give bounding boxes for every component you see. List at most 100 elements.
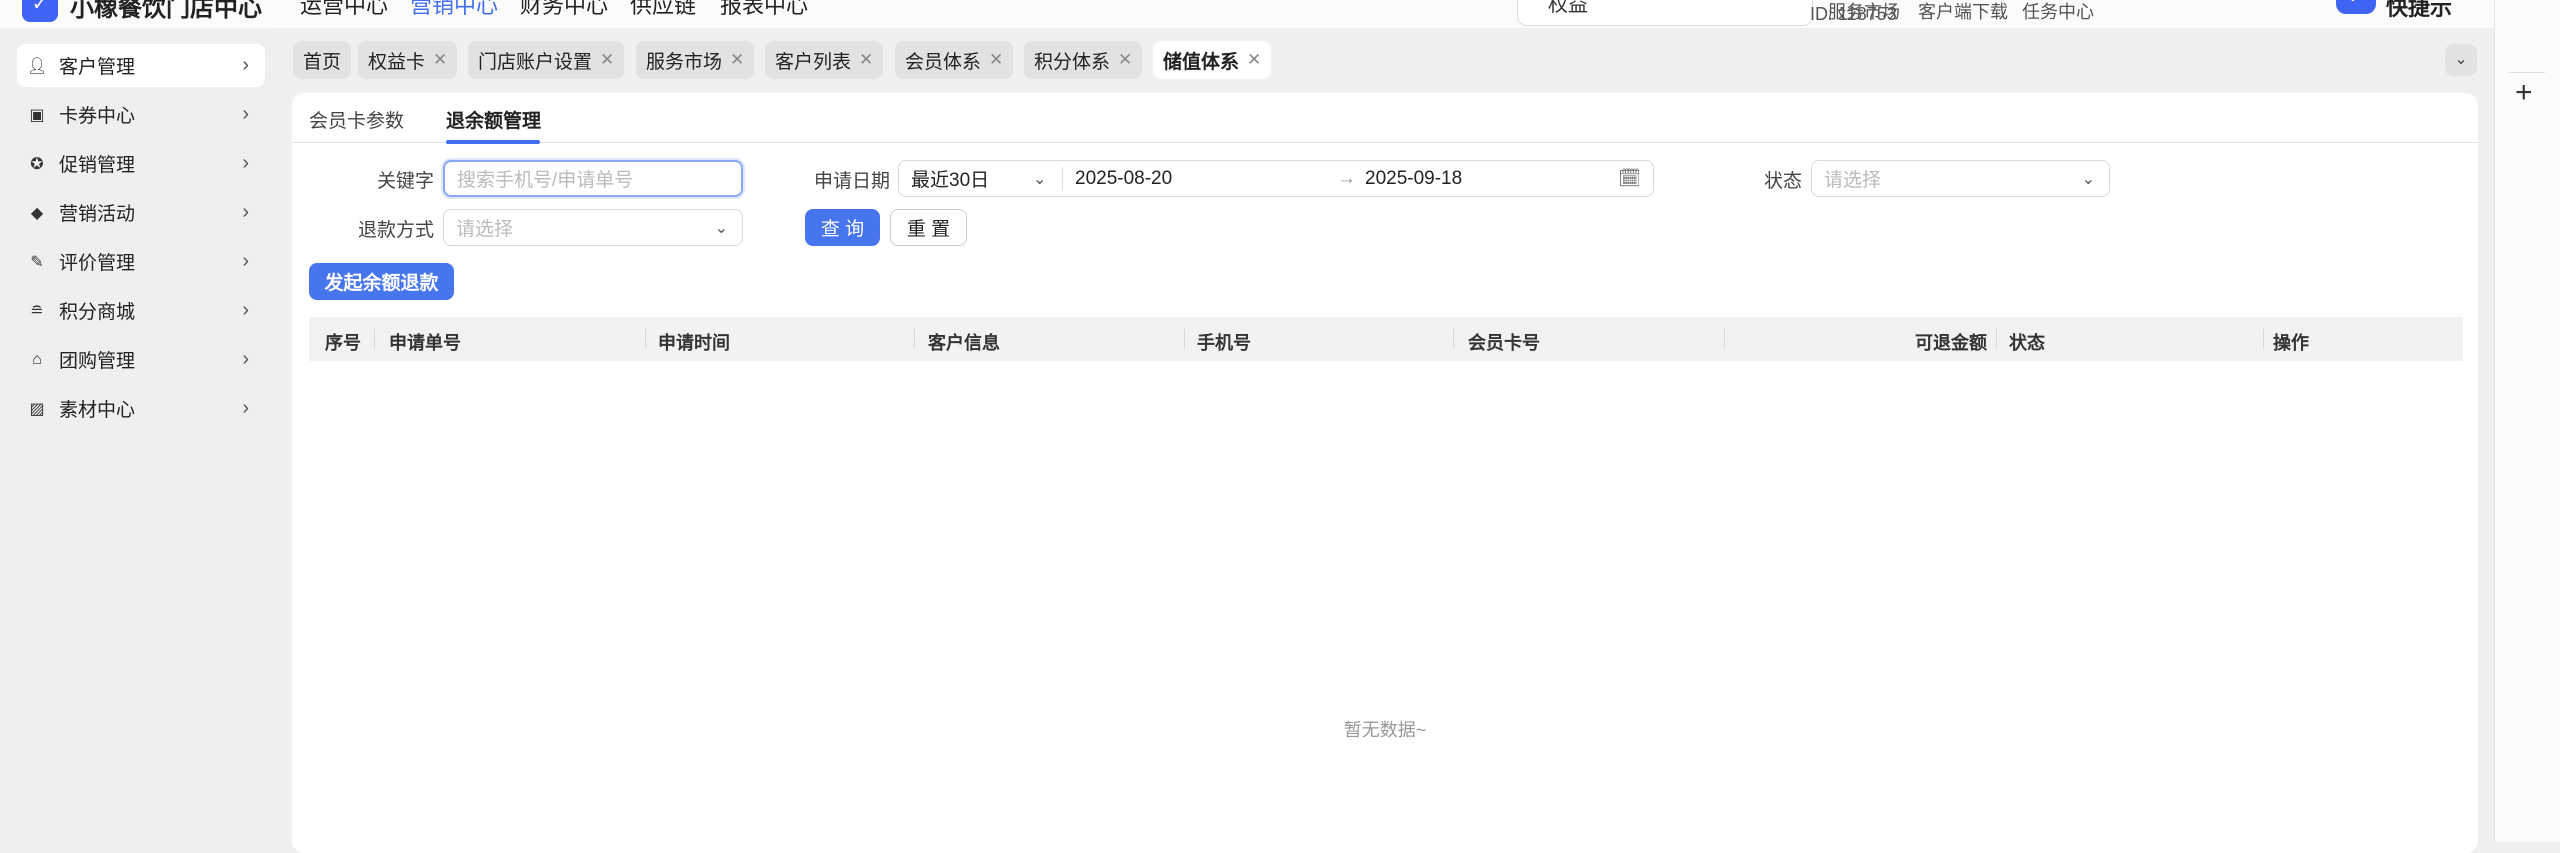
initiate-refund-button[interactable]: 发起余额退款: [309, 263, 454, 300]
keyword-label: 关键字: [376, 171, 434, 192]
nav-supply-chain[interactable]: 供应链: [630, 0, 696, 20]
column-divider: [1184, 329, 1185, 349]
chevron-right-icon: ›: [242, 103, 249, 125]
close-icon[interactable]: ✕: [989, 50, 1003, 70]
sidebar-item-group-buy[interactable]: ⌂ 团购管理 ›: [17, 338, 265, 381]
close-icon[interactable]: ✕: [859, 50, 873, 70]
chevron-right-icon: ›: [242, 299, 249, 321]
sidebar-item-label: 团购管理: [59, 351, 136, 372]
empty-state-text: 暂无数据~: [1343, 720, 1427, 740]
chevron-right-icon: ›: [242, 348, 249, 370]
chevron-right-icon: ›: [242, 152, 249, 174]
tabs-more-button[interactable]: ⌄: [2445, 44, 2477, 76]
sidebar-item-promotions[interactable]: ✪ 促销管理 ›: [17, 142, 265, 185]
sidebar-item-label: 素材中心: [59, 400, 136, 421]
column-header-customer-info: 客户信息: [928, 333, 1000, 353]
tab-stored-value-system[interactable]: 储值体系 ✕: [1153, 41, 1272, 79]
logo-icon: ✓: [22, 0, 58, 22]
close-icon[interactable]: ✕: [600, 50, 614, 70]
column-header-refundable-amount: 可退金额: [1915, 333, 1987, 353]
sidebar-item-materials[interactable]: ▨ 素材中心 ›: [17, 387, 265, 430]
close-icon[interactable]: ✕: [730, 50, 744, 70]
calendar-icon: 🗓︎: [1618, 168, 1641, 188]
coupon-icon: ▣: [29, 106, 45, 124]
column-divider: [914, 329, 915, 349]
sidebar-item-label: 促销管理: [59, 155, 136, 176]
tab-label: 权益卡: [368, 51, 426, 73]
close-icon[interactable]: ✕: [1247, 50, 1261, 70]
sidebar-item-reviews[interactable]: ✎ 评价管理 ›: [17, 240, 265, 283]
sidebar-item-label: 评价管理: [59, 253, 136, 274]
column-divider: [374, 329, 375, 349]
link-task-center[interactable]: 任务中心: [2022, 0, 2094, 24]
link-client-download[interactable]: 客户端下载: [1918, 0, 2008, 24]
column-divider: [1724, 329, 1725, 349]
chevron-down-icon: ⌄: [2081, 170, 2095, 188]
tab-label: 首页: [303, 51, 342, 73]
column-header-index: 序号: [325, 333, 361, 353]
sidebar-item-label: 卡券中心: [59, 106, 136, 127]
chevron-right-icon: ›: [242, 54, 249, 76]
divider: [2509, 72, 2545, 73]
avatar[interactable]: ✓: [2336, 0, 2376, 14]
tab-service-market[interactable]: 服务市场 ✕: [636, 41, 755, 79]
tab-label: 储值体系: [1163, 51, 1240, 73]
column-divider: [1453, 329, 1454, 349]
keyword-input[interactable]: 搜索手机号/申请单号: [443, 160, 743, 197]
status-select[interactable]: 请选择 ⌄: [1811, 160, 2110, 197]
plus-icon[interactable]: +: [2515, 76, 2533, 110]
user-icon: 👤︎: [27, 57, 48, 75]
divider: [292, 142, 2478, 143]
sidebar-item-coupons[interactable]: ▣ 卡券中心 ›: [17, 93, 265, 136]
query-button[interactable]: 查 询: [805, 209, 880, 246]
tab-points-system[interactable]: 积分体系 ✕: [1024, 41, 1143, 79]
reset-button[interactable]: 重 置: [890, 209, 967, 246]
date-end[interactable]: 2025-09-18: [1365, 168, 1462, 190]
date-preset-select[interactable]: 最近30日: [911, 165, 989, 192]
tab-label: 会员体系: [905, 51, 982, 73]
search-input[interactable]: 权益: [1517, 0, 1813, 26]
subtab-refund-management[interactable]: 退余额管理: [446, 106, 541, 133]
store-icon: ⌂: [32, 350, 42, 368]
date-start[interactable]: 2025-08-20: [1075, 168, 1172, 190]
status-label: 状态: [1763, 171, 1802, 192]
tab-customer-list[interactable]: 客户列表 ✕: [765, 41, 884, 79]
refund-method-select[interactable]: 请选择 ⌄: [443, 209, 743, 246]
column-divider: [645, 329, 646, 349]
date-label: 申请日期: [813, 171, 890, 192]
column-header-status: 状态: [2009, 333, 2045, 353]
nav-operations[interactable]: 运营中心: [300, 0, 388, 20]
active-tab-indicator: [446, 140, 540, 144]
column-header-actions: 操作: [2273, 333, 2309, 353]
tab-member-system[interactable]: 会员体系 ✕: [895, 41, 1014, 79]
sidebar-item-points-mall[interactable]: ≘ 积分商城 ›: [17, 289, 265, 332]
account-id: ID: 118753: [1810, 4, 1897, 24]
nav-finance[interactable]: 财务中心: [520, 0, 608, 20]
chevron-down-icon: ⌄: [1033, 170, 1047, 188]
keyword-placeholder: 搜索手机号/申请单号: [457, 170, 634, 191]
user-name[interactable]: 快捷示: [2386, 0, 2452, 22]
sidebar-item-campaigns[interactable]: ◆ 营销活动 ›: [17, 191, 265, 234]
coins-icon: ≘: [30, 302, 44, 320]
column-header-card-no: 会员卡号: [1468, 333, 1540, 353]
date-separator: →: [1337, 167, 1356, 189]
discount-icon: ✪: [30, 155, 44, 173]
nav-marketing[interactable]: 营销中心: [410, 0, 498, 20]
tab-benefit-card[interactable]: 权益卡 ✕: [358, 41, 458, 79]
tab-label: 客户列表: [775, 51, 852, 73]
column-divider: [2263, 329, 2264, 349]
refund-method-label: 退款方式: [357, 220, 434, 241]
close-icon[interactable]: ✕: [1118, 50, 1132, 70]
date-range-picker[interactable]: 最近30日 ⌄ 2025-08-20 → 2025-09-18 🗓︎: [898, 160, 1654, 197]
column-divider: [1996, 329, 1997, 349]
review-icon: ✎: [30, 253, 44, 271]
column-header-request-time: 申请时间: [658, 333, 730, 353]
image-icon: ▨: [29, 400, 45, 418]
nav-reports[interactable]: 报表中心: [720, 0, 808, 20]
sidebar-item-customers[interactable]: 👤︎ 客户管理 ›: [17, 44, 265, 87]
tab-store-account[interactable]: 门店账户设置 ✕: [468, 41, 625, 79]
chevron-right-icon: ›: [242, 250, 249, 272]
close-icon[interactable]: ✕: [433, 50, 447, 70]
tab-home[interactable]: 首页: [293, 41, 352, 79]
subtab-member-card-params[interactable]: 会员卡参数: [309, 106, 404, 133]
